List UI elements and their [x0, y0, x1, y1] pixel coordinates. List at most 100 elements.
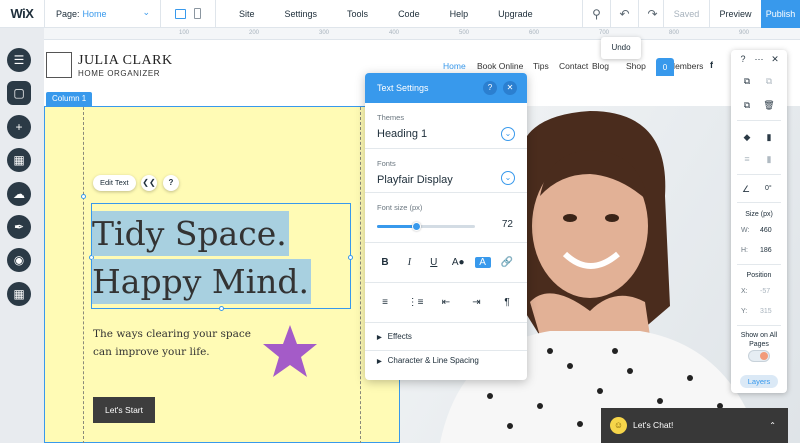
- fonts-dropdown[interactable]: Playfair Display: [377, 174, 515, 186]
- column-label[interactable]: Column 1: [46, 92, 93, 106]
- chat-widget[interactable]: ☺ Let's Chat! ⌃: [601, 408, 788, 443]
- help-icon[interactable]: ?: [736, 54, 750, 64]
- height-input[interactable]: 186: [760, 247, 772, 254]
- layout-guide: [360, 107, 361, 443]
- indent-increase-icon[interactable]: ⇥: [469, 297, 485, 308]
- menu-code[interactable]: Code: [383, 9, 435, 19]
- intro-paragraph[interactable]: The ways clearing your space can improve…: [93, 325, 263, 361]
- lets-start-button[interactable]: Let's Start: [93, 397, 155, 423]
- add-apps-icon[interactable]: ▦: [7, 148, 31, 172]
- wix-logo[interactable]: WiX: [0, 6, 44, 21]
- arrange-icon[interactable]: ◆: [740, 132, 754, 143]
- headline-line-1[interactable]: Tidy Space.: [92, 211, 289, 256]
- italic-icon[interactable]: I: [401, 257, 417, 268]
- slider-knob[interactable]: [412, 222, 422, 231]
- site-logo-icon[interactable]: [46, 52, 72, 78]
- media-upload-icon[interactable]: ☁: [7, 182, 31, 206]
- menu-settings[interactable]: Settings: [270, 9, 333, 19]
- help-icon[interactable]: ?: [483, 81, 497, 95]
- horizontal-ruler[interactable]: 100 200 300 400 500 600 700 800 900: [44, 28, 800, 40]
- cart-icon[interactable]: 0: [656, 58, 674, 76]
- char-spacing-section[interactable]: ▶ Character & Line Spacing: [365, 351, 527, 371]
- drag-handle-icon[interactable]: ⋯: [752, 54, 766, 65]
- chevron-down-icon[interactable]: ⌄: [501, 171, 515, 185]
- copy-icon[interactable]: ⧉: [740, 76, 754, 87]
- desktop-icon[interactable]: [175, 8, 186, 19]
- font-size-slider[interactable]: [377, 222, 475, 231]
- nav-shop[interactable]: Shop: [626, 61, 646, 71]
- menu-site[interactable]: Site: [224, 9, 270, 19]
- underline-icon[interactable]: U: [426, 257, 442, 268]
- menu-upgrade[interactable]: Upgrade: [483, 9, 548, 19]
- preview-button[interactable]: Preview: [709, 0, 761, 28]
- resize-handle[interactable]: [219, 306, 224, 311]
- ruler-tick: 900: [739, 30, 750, 36]
- text-settings-header[interactable]: Text Settings ? ✕: [365, 73, 527, 103]
- text-color-icon[interactable]: A●: [450, 257, 466, 268]
- nav-book-online[interactable]: Book Online: [477, 61, 523, 71]
- text-direction-icon[interactable]: ¶: [499, 297, 515, 308]
- duplicate-icon[interactable]: ⧉: [740, 100, 754, 111]
- bookings-calendar-icon[interactable]: ▦: [7, 282, 31, 306]
- chevron-up-icon[interactable]: ⌃: [769, 408, 776, 443]
- publish-button[interactable]: Publish: [761, 0, 800, 28]
- distribute-icon[interactable]: ≡: [740, 154, 754, 164]
- undo-icon[interactable]: ↶: [610, 0, 638, 28]
- highlight-icon[interactable]: A: [474, 257, 491, 268]
- font-size-input[interactable]: 72: [502, 219, 513, 230]
- pages-menu-icon[interactable]: ☰: [7, 48, 31, 72]
- x-input[interactable]: -57: [760, 288, 770, 295]
- animation-icon[interactable]: ❮❮: [141, 175, 157, 191]
- rotate-handle[interactable]: [81, 194, 86, 199]
- align-icon[interactable]: ▮: [762, 132, 776, 143]
- nav-tips[interactable]: Tips: [533, 61, 549, 71]
- delete-icon[interactable]: 🗑: [762, 100, 776, 111]
- facebook-icon[interactable]: f: [710, 60, 713, 70]
- close-icon[interactable]: ✕: [768, 54, 782, 65]
- alignment-toolbar: ≡ ⋮≡ ⇤ ⇥ ¶: [365, 283, 527, 323]
- menu-help[interactable]: Help: [435, 9, 484, 19]
- resize-handle[interactable]: [348, 255, 353, 260]
- add-elements-icon[interactable]: +: [7, 115, 31, 139]
- help-icon[interactable]: ?: [163, 175, 179, 191]
- menu-tools[interactable]: Tools: [332, 9, 383, 19]
- nav-blog[interactable]: Blog: [592, 61, 609, 71]
- paste-icon[interactable]: ⧉: [762, 76, 776, 87]
- effects-section[interactable]: ▶ Effects: [365, 323, 527, 351]
- zoom-icon[interactable]: ⚲: [582, 0, 610, 28]
- bullet-list-icon[interactable]: ⋮≡: [408, 297, 424, 308]
- mobile-icon[interactable]: [194, 8, 201, 19]
- link-icon[interactable]: 🔗: [499, 257, 515, 268]
- saved-status: Saved: [663, 0, 709, 28]
- close-icon[interactable]: ✕: [503, 81, 517, 95]
- width-input[interactable]: 460: [760, 227, 772, 234]
- nav-contact[interactable]: Contact: [559, 61, 588, 71]
- star-shape[interactable]: [261, 323, 319, 379]
- blog-pen-icon[interactable]: ✒: [7, 215, 31, 239]
- rotation-value[interactable]: 0°: [765, 185, 772, 192]
- align-left-icon[interactable]: ≡: [377, 297, 393, 308]
- y-input[interactable]: 315: [760, 308, 772, 315]
- page-selector[interactable]: Page: Home ⌄: [44, 0, 160, 28]
- themes-dropdown[interactable]: Heading 1: [377, 128, 515, 140]
- headline-line-2[interactable]: Happy Mind.: [92, 259, 312, 304]
- brand-subtitle[interactable]: HOME ORGANIZER: [78, 69, 160, 78]
- brand-name[interactable]: JULIA CLARK: [78, 53, 173, 69]
- rotate-icon: ∠: [741, 184, 751, 194]
- match-size-icon[interactable]: ▮: [762, 154, 776, 165]
- x-label: X:: [741, 288, 748, 295]
- nav-home[interactable]: Home: [443, 61, 466, 71]
- background-icon[interactable]: ▢: [7, 81, 31, 105]
- bold-icon[interactable]: B: [377, 257, 393, 268]
- ruler-tick: 300: [319, 30, 330, 36]
- edit-text-button[interactable]: Edit Text: [93, 175, 136, 191]
- editor-menu: Site Settings Tools Code Help Upgrade: [224, 9, 548, 19]
- chevron-down-icon[interactable]: ⌄: [501, 127, 515, 141]
- redo-icon[interactable]: ↷: [638, 0, 666, 28]
- show-on-all-pages-toggle[interactable]: [748, 350, 770, 362]
- store-bag-icon[interactable]: ◉: [7, 248, 31, 272]
- column-strip[interactable]: Edit Text ❮❮ ? Tidy Space. Happy Mind. T…: [44, 106, 400, 443]
- indent-decrease-icon[interactable]: ⇤: [438, 297, 454, 308]
- toggle-knob: [760, 352, 768, 360]
- layers-button[interactable]: Layers: [740, 375, 778, 388]
